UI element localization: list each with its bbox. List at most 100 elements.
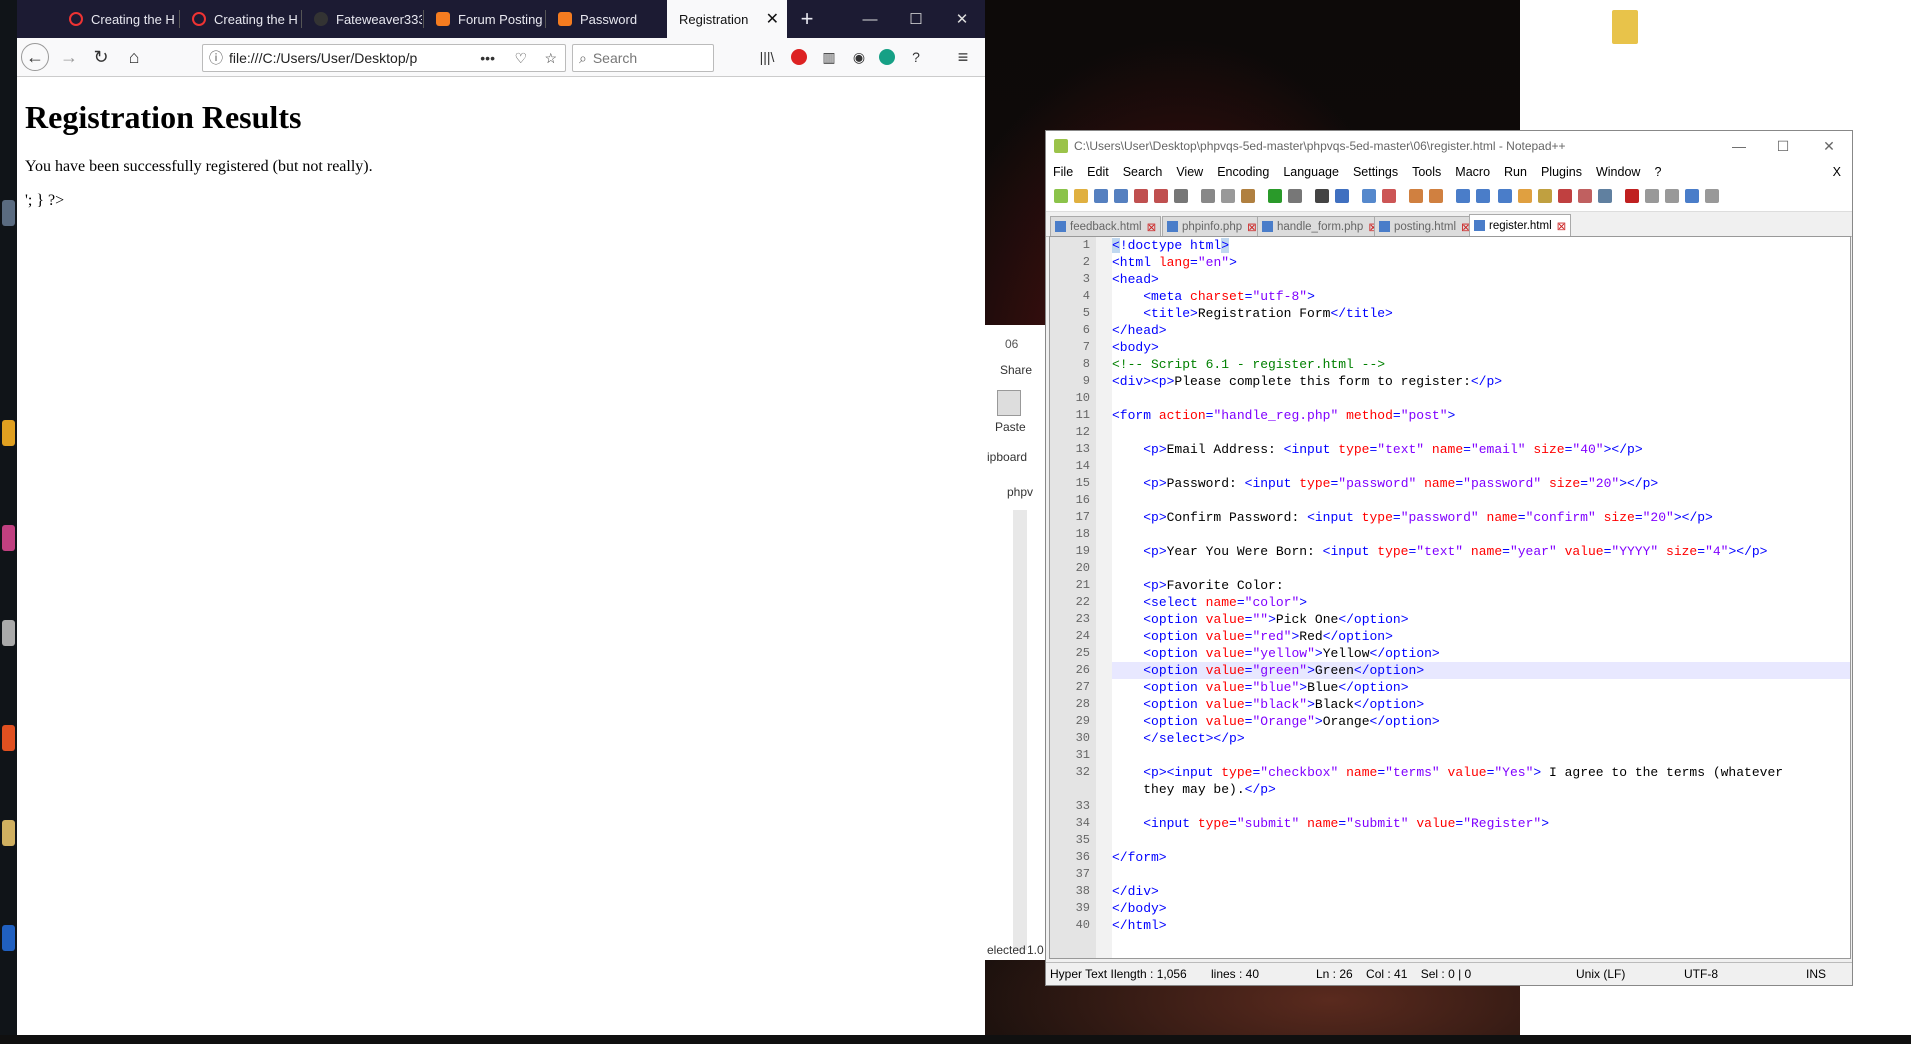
code-line[interactable]: 10	[1076, 390, 1850, 407]
code-line[interactable]: 16	[1076, 492, 1850, 509]
app-icon[interactable]	[2, 925, 15, 951]
code-line[interactable]: 31	[1076, 747, 1850, 764]
menu-macro[interactable]: Macro	[1455, 165, 1490, 179]
menu-search[interactable]: Search	[1123, 165, 1163, 179]
menu-settings[interactable]: Settings	[1353, 165, 1398, 179]
find-icon[interactable]	[1315, 189, 1329, 203]
code-line[interactable]: 26 <option value="green">Green</option>	[1076, 662, 1850, 679]
code-line[interactable]: 39 </body>	[1076, 900, 1850, 917]
code-line[interactable]: 1 <!doctype html>	[1083, 237, 1850, 254]
code-line[interactable]: 18	[1076, 526, 1850, 543]
code-line[interactable]: 36 </form>	[1076, 849, 1850, 866]
code-line[interactable]: 12	[1076, 424, 1850, 441]
desktop-folder-cis105[interactable]: CIS-105 homework	[1590, 10, 1660, 76]
zoom-in-icon[interactable]	[1362, 189, 1376, 203]
code-line[interactable]: they may be).</p>	[1112, 781, 1850, 798]
fold-margin[interactable]	[1096, 237, 1112, 958]
close-file-icon[interactable]	[1134, 189, 1148, 203]
code-line[interactable]: 20	[1076, 560, 1850, 577]
scrollbar[interactable]	[1013, 510, 1027, 950]
new-file-icon[interactable]	[1054, 189, 1068, 203]
new-tab-button[interactable]: +	[789, 0, 825, 38]
menu-language[interactable]: Language	[1283, 165, 1339, 179]
code-line[interactable]: 38 </div>	[1076, 883, 1850, 900]
file-tab-feedback[interactable]: feedback.html ⊠	[1050, 216, 1162, 236]
tab-registration[interactable]: Registration ✕	[667, 0, 787, 38]
close-tab-icon[interactable]: ⊠	[1147, 220, 1157, 234]
close-tab-icon[interactable]: ⊠	[1557, 219, 1567, 233]
code-line[interactable]: 22 <select name="color">	[1076, 594, 1850, 611]
zoom-out-icon[interactable]	[1382, 189, 1396, 203]
library-icon[interactable]: |||\	[755, 45, 779, 69]
tab-github[interactable]: Fateweaver333	[302, 0, 422, 38]
code-line[interactable]: 9 <div><p>Please complete this form to re…	[1083, 373, 1850, 390]
code-line[interactable]: 11 <form action="handle_reg.php" method="…	[1076, 407, 1850, 424]
close-all-icon[interactable]	[1154, 189, 1168, 203]
code-line[interactable]: 19 <p>Year You Were Born: <input type="t…	[1076, 543, 1850, 560]
sync-v-icon[interactable]	[1409, 189, 1423, 203]
redo-icon[interactable]	[1288, 189, 1302, 203]
code-line[interactable]: 6 </head>	[1083, 322, 1850, 339]
paste-icon[interactable]	[997, 390, 1021, 416]
record-macro-icon[interactable]	[1625, 189, 1639, 203]
close-doc-x[interactable]: X	[1833, 165, 1841, 179]
run-macro-multiple-icon[interactable]	[1685, 189, 1699, 203]
show-all-chars-icon[interactable]	[1476, 189, 1490, 203]
file-tab-posting[interactable]: posting.html ⊠	[1374, 216, 1476, 236]
account-icon[interactable]: ◉	[847, 45, 871, 69]
code-line[interactable]: 34 <input type="submit" name="submit" va…	[1076, 815, 1850, 832]
sidebar-icon[interactable]: ▥	[817, 45, 841, 69]
code-line[interactable]: 5 <title>Registration Form</title>	[1083, 305, 1850, 322]
open-file-icon[interactable]	[1074, 189, 1088, 203]
sync-h-icon[interactable]	[1429, 189, 1443, 203]
share-tab[interactable]: Share	[1000, 363, 1032, 377]
code-line[interactable]: 14	[1076, 458, 1850, 475]
bookmark-star-icon[interactable]: ☆	[544, 50, 557, 67]
search-input[interactable]: ⌕ Search	[572, 44, 714, 72]
tab-password[interactable]: Password	[546, 0, 666, 38]
tab-creating-1[interactable]: Creating the H	[57, 0, 177, 38]
code-line[interactable]: 28 <option value="black">Black</option>	[1076, 696, 1850, 713]
code-line[interactable]: 3 <head>	[1083, 271, 1850, 288]
close-tab-icon[interactable]: ⊠	[1247, 220, 1257, 234]
pocket-icon[interactable]: ♡	[514, 50, 527, 67]
file-tab-handle-form[interactable]: handle_form.php⊠	[1257, 216, 1383, 236]
code-line[interactable]: 2 <html lang="en">	[1083, 254, 1850, 271]
code-line[interactable]: 35	[1076, 832, 1850, 849]
close-window-icon[interactable]: ✕	[939, 0, 985, 38]
minimize-icon[interactable]: —	[1716, 131, 1762, 161]
menu-view[interactable]: View	[1176, 165, 1203, 179]
play-macro-icon[interactable]	[1665, 189, 1679, 203]
menu-help[interactable]: ?	[1654, 165, 1661, 179]
code-area[interactable]: 1 <!doctype html> 2 <html lang="en"> 3 <head>…	[1076, 237, 1850, 934]
adblock-icon[interactable]	[791, 49, 807, 65]
close-window-icon[interactable]: ✕	[1806, 131, 1852, 161]
code-line[interactable]: 40 </html>	[1076, 917, 1850, 934]
function-list-icon[interactable]	[1538, 189, 1552, 203]
menu-encoding[interactable]: Encoding	[1217, 165, 1269, 179]
code-line[interactable]: 23 <option value="">Pick One</option>	[1076, 611, 1850, 628]
tab-forum-posting[interactable]: Forum Posting	[424, 0, 544, 38]
folder-workspace-icon[interactable]	[1558, 189, 1572, 203]
code-line[interactable]: 8 <!-- Script 6.1 - register.html -->	[1083, 356, 1850, 373]
save-all-icon[interactable]	[1114, 189, 1128, 203]
info-icon[interactable]: ⓘ	[209, 48, 223, 68]
code-editor[interactable]: 1 <!doctype html> 2 <html lang="en"> 3 <head>…	[1049, 236, 1851, 959]
code-line[interactable]: 29 <option value="Orange">Orange</option…	[1076, 713, 1850, 730]
more-icon[interactable]: •••	[480, 50, 495, 66]
print-icon[interactable]	[1174, 189, 1188, 203]
wrap-icon[interactable]	[1456, 189, 1470, 203]
stop-macro-icon[interactable]	[1645, 189, 1659, 203]
back-icon[interactable]: ←	[21, 43, 49, 71]
menu-tools[interactable]: Tools	[1412, 165, 1441, 179]
doc-map-icon[interactable]	[1518, 189, 1532, 203]
menu-file[interactable]: File	[1053, 165, 1073, 179]
monitor-icon[interactable]	[1578, 189, 1592, 203]
code-line[interactable]: 27 <option value="blue">Blue</option>	[1076, 679, 1850, 696]
app-icon[interactable]	[2, 620, 15, 646]
app-icon[interactable]	[2, 725, 15, 751]
code-line[interactable]: 13 <p>Email Address: <input type="text" …	[1076, 441, 1850, 458]
home-icon[interactable]: ⌂	[122, 45, 146, 69]
tab-creating-2[interactable]: Creating the H	[180, 0, 300, 38]
cut-icon[interactable]	[1201, 189, 1215, 203]
